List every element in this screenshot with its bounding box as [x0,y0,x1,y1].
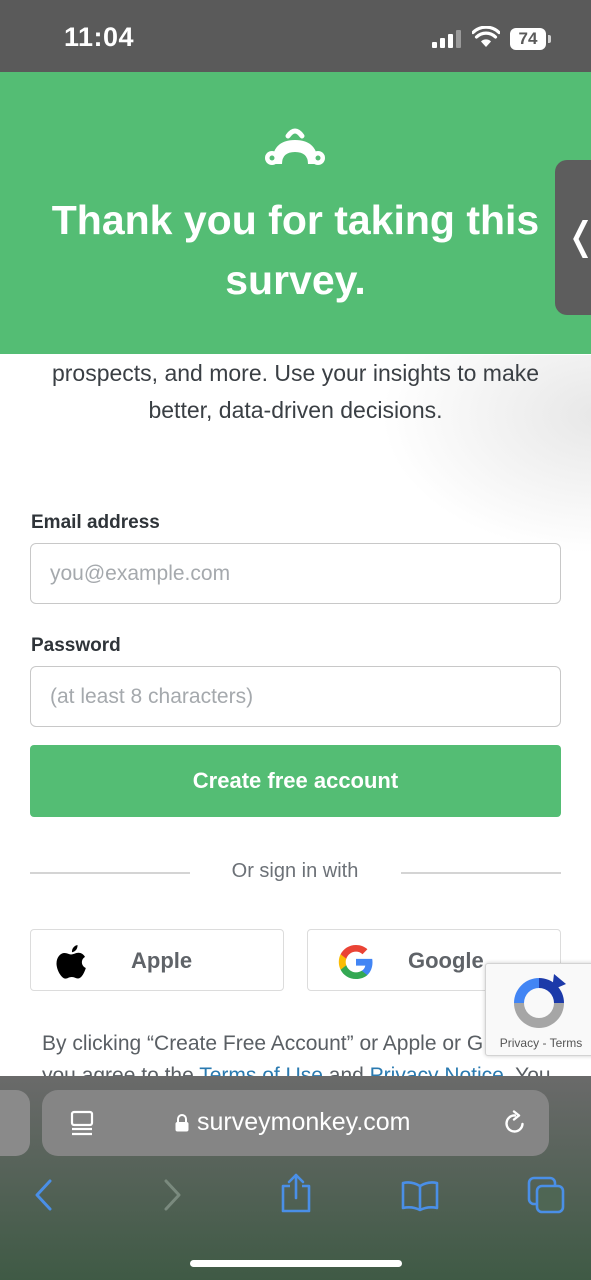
recaptcha-privacy-link[interactable]: Privacy [500,1036,539,1050]
google-label: Google [408,948,484,973]
bookmarks-icon[interactable] [400,1180,440,1212]
google-logo-icon [338,945,373,979]
reader-mode-icon[interactable] [70,1110,94,1136]
password-label: Password [31,635,121,656]
back-arrow-icon[interactable] [32,1178,56,1212]
reload-icon[interactable] [502,1110,528,1136]
recaptcha-badge[interactable]: Privacy - Terms [485,963,591,1056]
password-field[interactable] [30,666,561,727]
wifi-icon [472,26,500,47]
address-bar[interactable]: surveymonkey.com [42,1090,549,1156]
intro-text: prospects, and more. Use your insights t… [51,360,540,423]
previous-tab-preview[interactable] [0,1090,30,1156]
or-sign-in-with-text: Or sign in with [231,860,359,882]
home-indicator[interactable] [190,1260,402,1267]
divider-line-left [30,872,190,874]
recaptcha-separator: - [542,1036,547,1050]
share-icon[interactable] [278,1172,314,1214]
apple-logo-icon [56,945,86,979]
apple-sign-in-button[interactable]: Apple [30,929,284,991]
cellular-signal-icon [432,30,462,48]
recaptcha-links: Privacy - Terms [486,1036,591,1050]
side-panel-toggle[interactable]: ❬ [555,160,591,315]
battery-indicator: 74 [510,28,551,50]
chevron-left-icon: ❬ [565,214,591,259]
lock-icon [175,1114,189,1132]
forward-arrow-icon[interactable] [160,1178,184,1212]
recaptcha-terms-link[interactable]: Terms [550,1036,583,1050]
apple-label: Apple [131,948,193,973]
tabs-icon[interactable] [527,1176,565,1214]
page-title: Thank you for taking this survey. [51,197,540,303]
email-label: Email address [31,512,160,533]
legal-line-1: By clicking “Create Free Account” or App… [42,1032,484,1055]
email-field[interactable] [30,543,561,604]
recaptcha-icon [514,974,566,1028]
surveymonkey-logo-icon [265,128,325,165]
status-bar: 11:04 74 [0,0,591,72]
status-time: 11:04 [64,22,135,52]
divider-line-right [401,872,561,874]
url-text: surveymonkey.com [197,1108,411,1136]
create-account-button[interactable]: Create free account [30,745,561,817]
